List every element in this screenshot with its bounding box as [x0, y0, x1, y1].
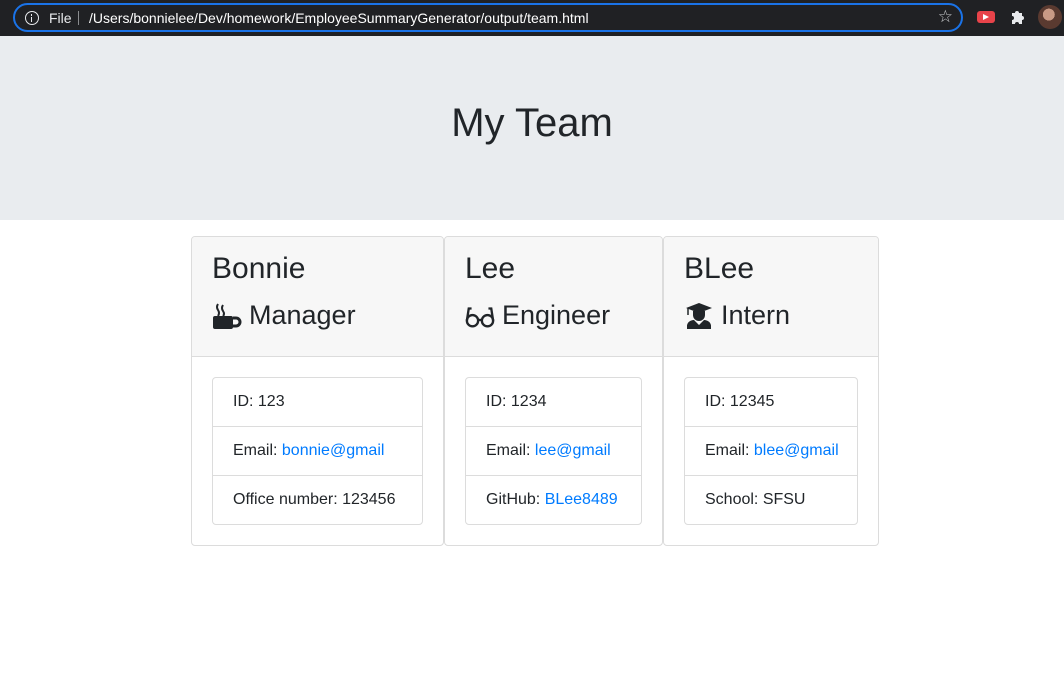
profile-avatar[interactable] [1038, 5, 1062, 29]
github-item: GitHub: BLee8489 [466, 476, 641, 524]
email-item: Email: bonnie@gmail [213, 427, 422, 476]
coffee-mug-icon [213, 302, 242, 329]
email-label: Email: [486, 442, 535, 459]
id-item: ID: 12345 [685, 378, 857, 427]
email-item: Email: lee@gmail [466, 427, 641, 476]
card-header: Bonnie Manager [192, 237, 443, 357]
employee-card-engineer: Lee Engineer ID: 1234 Email: lee@gmail G… [444, 236, 663, 546]
github-link[interactable]: BLee8489 [545, 491, 618, 508]
email-link[interactable]: bonnie@gmail [282, 442, 385, 459]
github-label: GitHub: [486, 491, 545, 508]
id-item: ID: 1234 [466, 378, 641, 427]
glasses-icon [465, 306, 495, 327]
employee-role: Manager [212, 300, 356, 331]
id-item: ID: 123 [213, 378, 422, 427]
role-label: Intern [721, 300, 791, 330]
email-label: Email: [705, 442, 754, 459]
employee-role: Engineer [465, 300, 610, 331]
role-label: Manager [249, 300, 356, 330]
employee-card-manager: Bonnie Manager ID: 123 Email: bonnie@gma… [191, 236, 444, 546]
address-bar[interactable]: File /Users/bonnielee/Dev/homework/Emplo… [13, 3, 963, 32]
employee-role: Intern [684, 300, 790, 331]
employee-details: ID: 12345 Email: blee@gmail School: SFSU [684, 377, 858, 525]
school-item: School: SFSU [705, 491, 806, 508]
role-label: Engineer [502, 300, 611, 330]
employee-name: Bonnie [212, 252, 306, 285]
browser-toolbar: File /Users/bonnielee/Dev/homework/Emplo… [0, 0, 1064, 36]
extensions-puzzle-icon[interactable] [1010, 8, 1026, 26]
bookmark-star-icon[interactable]: ☆ [938, 8, 953, 25]
employee-details: ID: 1234 Email: lee@gmail GitHub: BLee84… [465, 377, 642, 525]
email-item: Email: blee@gmail [685, 427, 857, 476]
employee-name: Lee [465, 252, 516, 285]
email-label: Email: [233, 442, 282, 459]
card-header: BLee Intern [664, 237, 878, 357]
extension-video-icon[interactable] [977, 11, 995, 23]
url-separator [78, 11, 79, 25]
email-link[interactable]: blee@gmail [754, 442, 839, 459]
employee-details: ID: 123 Email: bonnie@gmail Office numbe… [212, 377, 423, 525]
employee-name: BLee [684, 252, 755, 285]
info-icon[interactable] [25, 11, 39, 25]
email-link[interactable]: lee@gmail [535, 442, 611, 459]
card-header: Lee Engineer [445, 237, 662, 357]
office-number-item: Office number: 123456 [233, 491, 396, 508]
page-header: My Team [0, 36, 1064, 220]
employee-card-intern: BLee Intern ID: 12345 Email: blee@gmail … [663, 236, 879, 546]
page-title: My Team [451, 101, 613, 145]
graduate-icon [686, 302, 712, 329]
url-text[interactable]: /Users/bonnielee/Dev/homework/EmployeeSu… [89, 10, 589, 26]
url-scheme-label: File [49, 10, 72, 26]
